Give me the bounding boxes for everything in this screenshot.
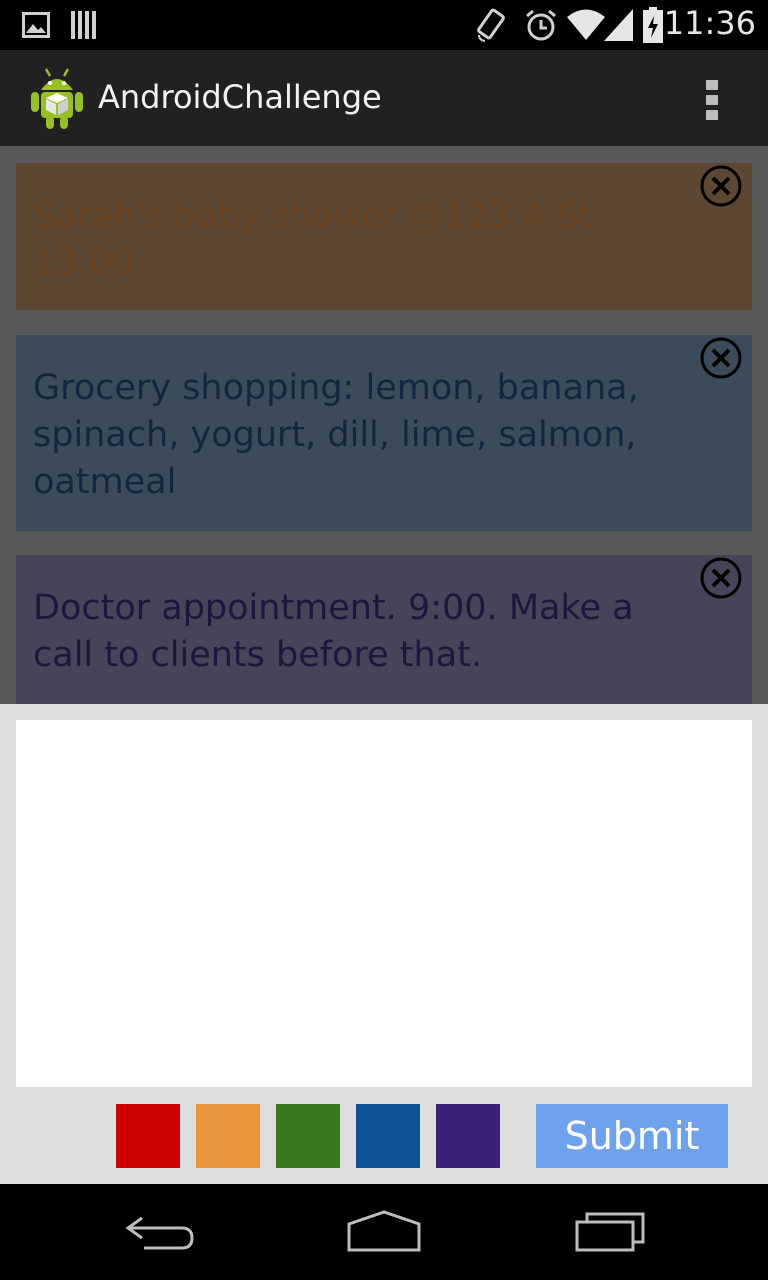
color-swatch-orange[interactable]	[196, 1104, 260, 1168]
submit-button[interactable]: Submit	[536, 1104, 728, 1168]
recents-icon[interactable]	[570, 1206, 650, 1258]
note-text: Sarah's baby shower @123 A St. 13:00	[33, 196, 604, 283]
note-text: Grocery shopping: lemon, banana, spinach…	[33, 368, 639, 502]
note-card[interactable]: Doctor appointment. 9:00. Make a call to…	[16, 555, 752, 704]
new-note-panel: Submit	[0, 704, 768, 1184]
home-icon[interactable]	[344, 1206, 424, 1258]
color-swatch-blue[interactable]	[356, 1104, 420, 1168]
navigation-bar	[0, 1184, 768, 1280]
wifi-icon	[567, 9, 605, 40]
signal-icon	[604, 9, 633, 41]
close-icon[interactable]	[700, 557, 742, 599]
android-logo-icon	[31, 68, 83, 129]
color-swatch-green[interactable]	[276, 1104, 340, 1168]
alarm-icon	[526, 9, 556, 41]
image-icon	[22, 12, 50, 38]
overflow-menu-icon[interactable]	[690, 74, 734, 124]
color-swatch-red[interactable]	[116, 1104, 180, 1168]
color-swatch-purple[interactable]	[436, 1104, 500, 1168]
status-bar: 11:36	[0, 0, 768, 50]
close-icon[interactable]	[700, 165, 742, 207]
close-icon[interactable]	[700, 337, 742, 379]
battery-icon	[643, 7, 663, 43]
back-icon[interactable]	[120, 1206, 200, 1258]
action-bar: AndroidChallenge	[0, 50, 768, 146]
barcode-icon	[71, 11, 96, 39]
note-card[interactable]: Sarah's baby shower @123 A St. 13:00	[16, 163, 752, 310]
note-text: Doctor appointment. 9:00. Make a call to…	[33, 588, 634, 675]
note-input[interactable]	[16, 720, 752, 1087]
rotate-icon	[477, 8, 505, 42]
notes-list: Sarah's baby shower @123 A St. 13:00 Gro…	[0, 146, 768, 704]
note-card[interactable]: Grocery shopping: lemon, banana, spinach…	[16, 335, 752, 531]
status-time: 11:36	[663, 4, 756, 42]
app-title: AndroidChallenge	[98, 78, 382, 116]
